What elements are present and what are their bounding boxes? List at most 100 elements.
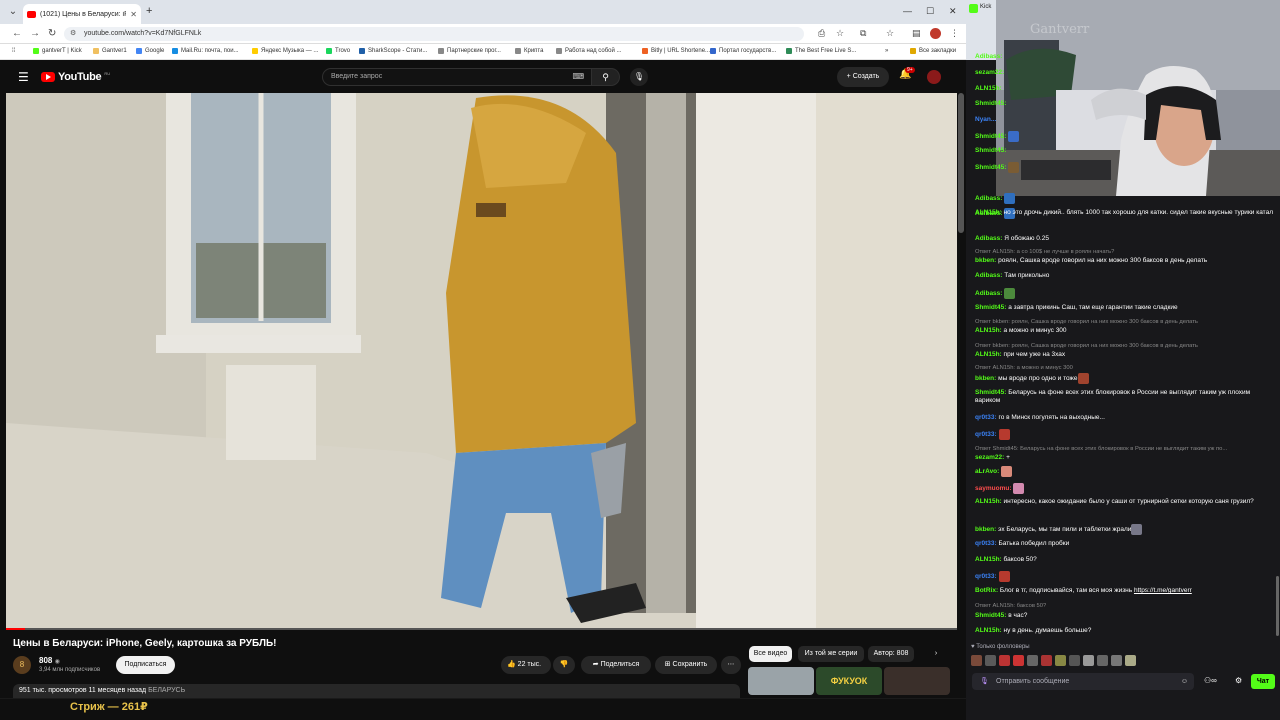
subscribe-button[interactable]: Подписаться [116,656,175,674]
chat-username[interactable]: bkben: [975,375,996,382]
follower-badge-icon[interactable] [1069,655,1080,666]
hamburger-menu-icon[interactable]: ☰ [18,70,29,84]
voice-search-icon[interactable]: 🎙 [630,68,648,86]
chat-username[interactable]: qr0t33: [975,573,997,580]
all-bookmarks[interactable]: Все закладки [910,48,956,54]
chat-scrollbar[interactable] [1276,576,1279,636]
menu-dots-icon[interactable]: ⋮ [950,28,959,39]
chat-username[interactable]: Shmidt45: [975,389,1006,396]
chat-username[interactable]: Shmidt45: [975,164,1006,171]
chat-username[interactable]: Shmidt45: [975,100,1006,107]
chat-username[interactable]: BotRix: [975,587,998,594]
chat-username[interactable]: Shmidt45: [975,304,1006,311]
more-bookmarks-icon[interactable]: » [885,48,888,54]
notifications-bell-icon[interactable]: 🔔 9+ [899,67,915,80]
chat-username[interactable]: Shmidt45: [975,147,1006,154]
follower-badge-icon[interactable] [971,655,982,666]
favorites-icon[interactable]: ☆ [886,28,894,39]
chat-username[interactable]: ALN15h: [975,627,1002,634]
chat-username[interactable]: qr0t33: [975,540,997,547]
bookmark-item[interactable]: Bitly | URL Shortene... [642,48,710,54]
maximize-icon[interactable]: ☐ [926,6,934,17]
follower-badge-icon[interactable] [1111,655,1122,666]
chip-next-arrow-icon[interactable]: › [928,646,944,662]
like-button[interactable]: 👍 22 тыс. [501,656,551,674]
follower-badge-icon[interactable] [1013,655,1024,666]
chat-username[interactable]: Adibass: [975,272,1002,279]
chat-username[interactable]: ALN15h: [975,85,1002,92]
downloads-icon[interactable]: ▤ [912,28,921,39]
tab-youtube[interactable]: (1021) Цены в Беларуси: iPhon ✕ [23,4,141,24]
chat-message-input[interactable]: 🎙 Отправить сообщение ☺ [972,673,1194,690]
mic-icon[interactable]: 🎙 [980,673,989,690]
chat-settings-icon[interactable]: ⚙ [1235,676,1242,685]
chat-send-button[interactable]: Чат [1251,674,1275,689]
profile-avatar[interactable] [930,28,941,39]
description-box[interactable]: 951 тыс. просмотров 11 месяцев назад БЕЛ… [13,684,740,698]
bookmark-item[interactable]: Mail.Ru: почта, пои... [172,48,239,54]
bookmark-item[interactable]: Gantver1 [93,48,127,54]
chat-username[interactable]: saymuomu: [975,485,1011,492]
share-button[interactable]: ➦ Поделиться [581,656,651,674]
chat-username[interactable]: ALN15h: [975,351,1002,358]
extensions-icon[interactable]: ⧉ [860,28,866,39]
chat-username[interactable]: ALN15h: [975,209,1002,216]
chat-username[interactable]: Adibass: [975,53,1002,60]
bookmark-item[interactable]: Крипта [515,48,543,54]
url-field[interactable]: ⚙ youtube.com/watch?v=Kd7NfGLFNLk [64,27,804,41]
back-icon[interactable]: ← [12,28,22,39]
bookmark-item[interactable]: Партнерские прог... [438,48,501,54]
bookmark-item[interactable]: Портал государств... [710,48,776,54]
chat-username[interactable]: Shmidt45: [975,133,1006,140]
follower-badge-icon[interactable] [1125,655,1136,666]
follower-badge-icon[interactable] [1083,655,1094,666]
chat-username[interactable]: bkben: [975,257,996,264]
search-button[interactable]: ⚲ [592,68,620,86]
chat-username[interactable]: ALN15h: [975,327,1002,334]
points-icon[interactable]: ⚇∞ [1204,676,1217,685]
chat-username[interactable]: aLrAvo: [975,468,999,475]
chat-username[interactable]: qr0t33: [975,414,997,421]
page-scrollbar[interactable] [958,93,964,233]
video-progress-bar[interactable] [6,628,957,630]
tab-search-icon[interactable]: ⌄ [6,5,20,19]
bookmark-item[interactable]: The Best Free Live S... [786,48,856,54]
kick-tab-label[interactable]: Kick [980,4,991,10]
chat-username[interactable]: Shmidt45: [975,612,1006,619]
chat-username[interactable]: ALN15h: [975,498,1002,505]
chat-username[interactable]: bkben: [975,526,996,533]
install-icon[interactable]: ⎙ [818,28,825,39]
save-button[interactable]: ⊞ Сохранить [655,656,717,674]
chip-same-series[interactable]: Из той же серии [798,646,864,662]
bookmark-item[interactable]: Работа над собой ... [556,48,621,54]
youtube-logo[interactable]: YouTube RU [41,71,110,83]
follower-badge-icon[interactable] [1041,655,1052,666]
chat-username[interactable]: Adibass: [975,235,1002,242]
site-info-icon[interactable]: ⚙ [70,27,76,41]
follower-badge-icon[interactable] [999,655,1010,666]
recommended-thumbnail[interactable] [748,667,814,695]
chat-username[interactable]: Adibass: [975,195,1002,202]
follower-badge-icon[interactable] [1055,655,1066,666]
close-window-icon[interactable]: ✕ [949,6,957,17]
account-avatar[interactable] [927,70,941,84]
chip-all-videos[interactable]: Все видео [749,646,792,662]
forward-icon[interactable]: → [30,28,40,39]
follower-badge-icon[interactable] [1097,655,1108,666]
bookmark-item[interactable]: Google [136,48,164,54]
keyboard-icon[interactable]: ⌨ [572,69,584,85]
channel-avatar[interactable]: 8 [13,656,31,674]
follower-badge-icon[interactable] [985,655,996,666]
video-player[interactable] [6,93,957,629]
chip-author[interactable]: Автор: 808 [868,646,914,662]
chat-username[interactable]: qr0t33: [975,431,997,438]
channel-name[interactable]: 808 ◉ [39,656,60,665]
chat-username[interactable]: Nyan... [975,116,996,123]
dislike-button[interactable]: 👎 [553,656,575,674]
minimize-icon[interactable]: — [903,6,912,16]
close-tab-icon[interactable]: ✕ [130,10,137,19]
chat-link[interactable]: https://t.me/gantverr [1134,587,1192,594]
bookmark-item[interactable]: SharkScope - Стати... [359,48,427,54]
bookmark-item[interactable]: Яндекс Музыка — ... [252,48,318,54]
new-tab-icon[interactable]: + [146,5,152,17]
